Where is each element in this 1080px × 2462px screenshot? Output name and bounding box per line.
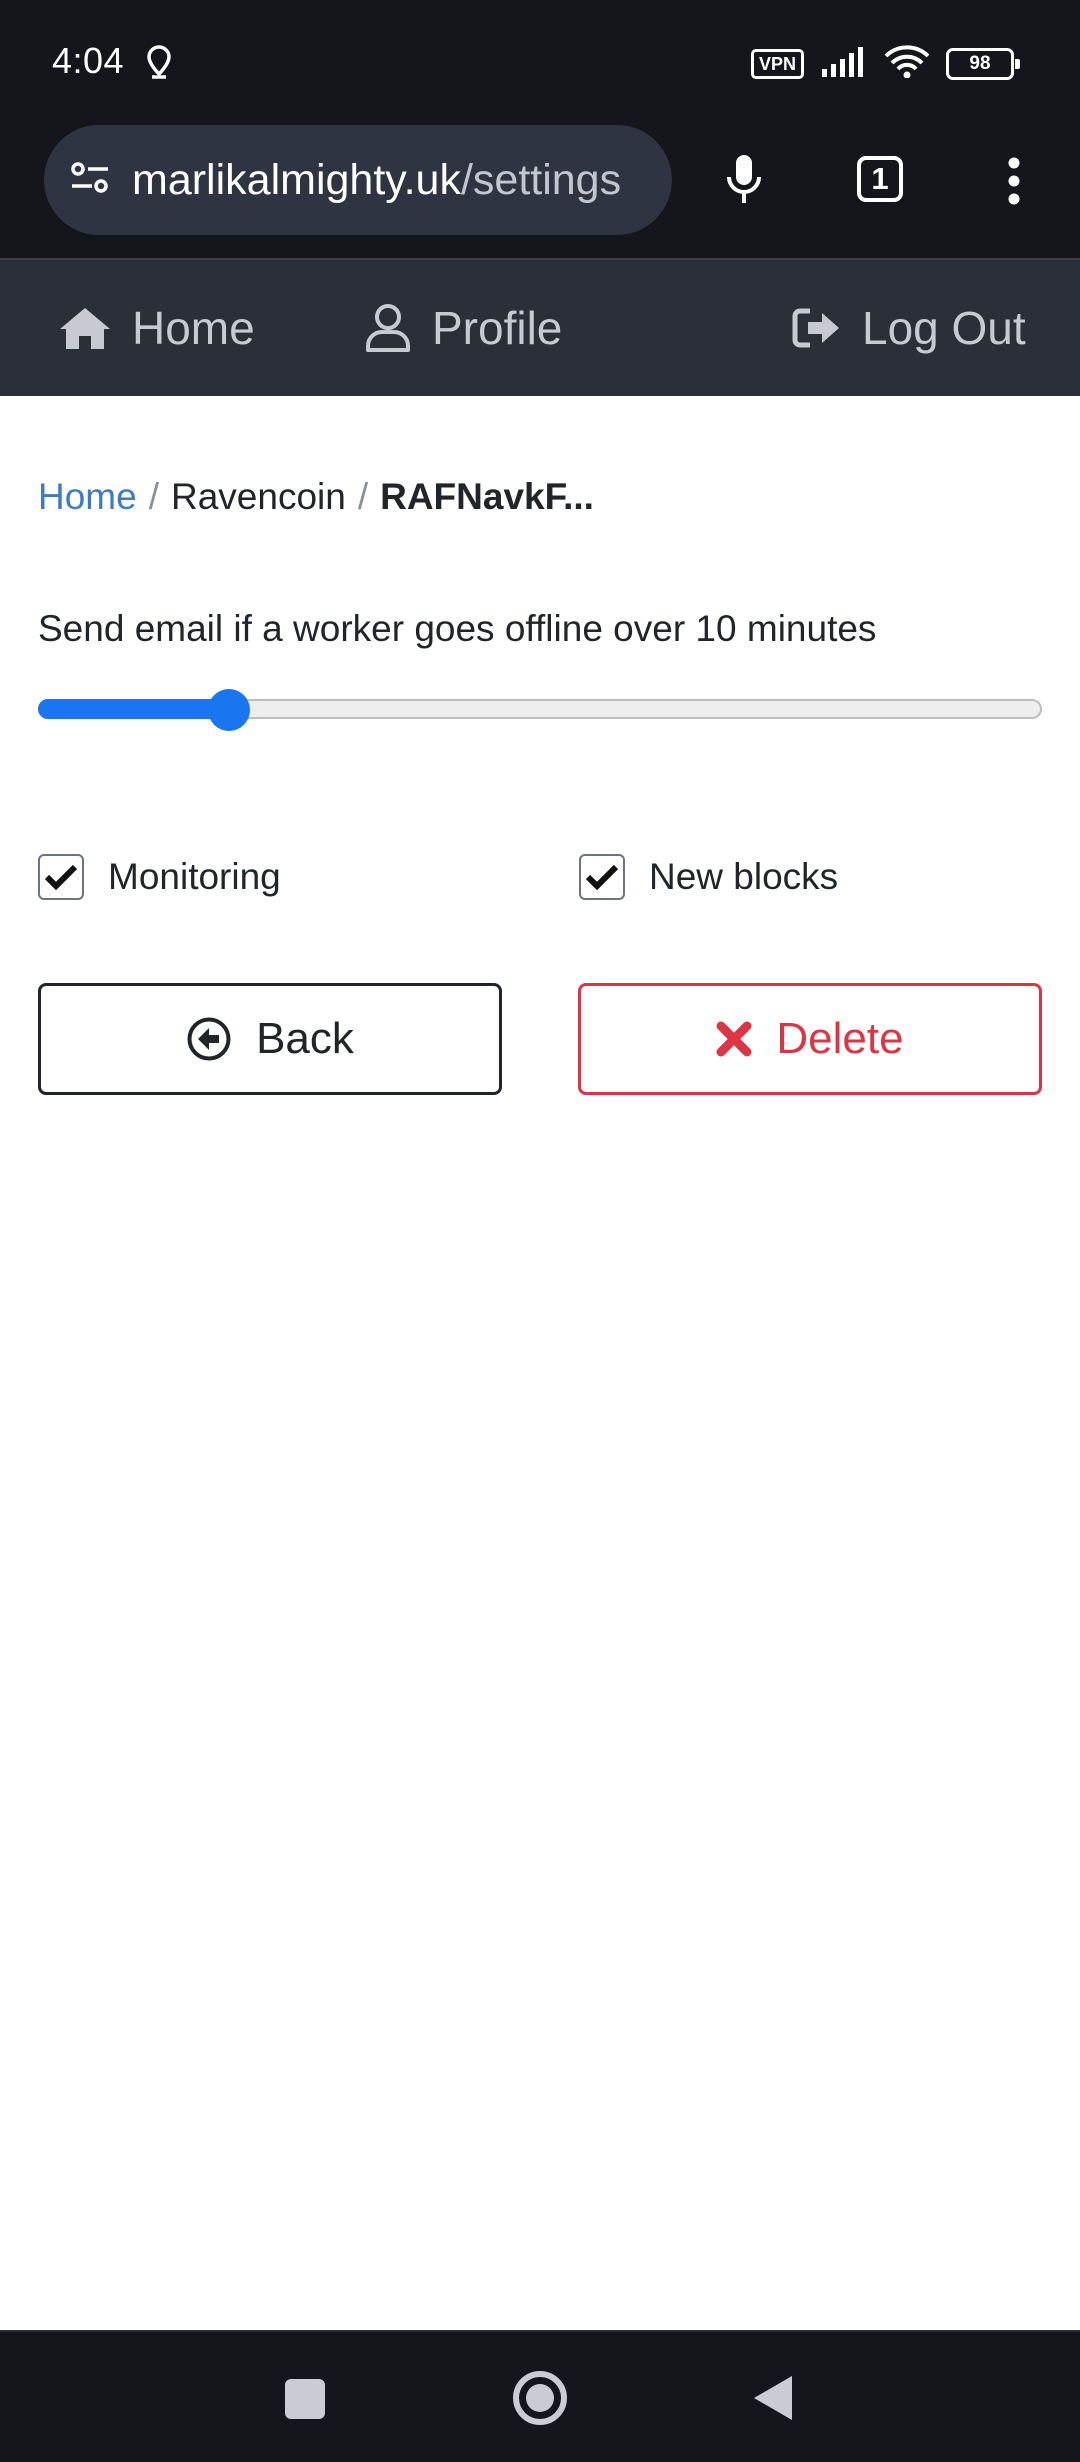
new-blocks-option[interactable]: New blocks <box>579 854 838 900</box>
status-icons: VPN 98 <box>750 44 1020 83</box>
breadcrumb-coin[interactable]: Ravencoin <box>171 476 346 517</box>
signal-icon <box>820 45 868 82</box>
sign-out-icon <box>792 308 839 348</box>
offline-threshold-label: Send email if a worker goes offline over… <box>38 608 877 649</box>
status-bar: 4:04 VPN 98 <box>0 0 1080 125</box>
site-settings-icon[interactable] <box>44 156 112 205</box>
breadcrumb-current: RAFNavkF... <box>380 476 594 517</box>
arrow-circle-left-icon <box>187 1017 231 1061</box>
recents-icon[interactable] <box>284 2378 326 2425</box>
url-path: /settings <box>460 155 622 204</box>
offline-threshold-slider[interactable] <box>38 689 1042 731</box>
status-time: 4:04 <box>52 40 125 81</box>
breadcrumb-separator: / <box>357 476 369 517</box>
back-label: Back <box>256 1014 354 1063</box>
breadcrumb-separator: / <box>148 476 159 517</box>
home-circle-icon[interactable] <box>511 2369 569 2432</box>
site-navbar: Home Profile Log Out <box>0 258 1080 396</box>
monitoring-label: Monitoring <box>108 856 281 897</box>
slider-thumb[interactable] <box>208 689 250 731</box>
new-blocks-checkbox[interactable] <box>579 854 625 900</box>
url-domain: marlikalmighty.uk <box>132 155 461 204</box>
location-icon <box>144 44 174 85</box>
nav-home-label: Home <box>132 302 255 354</box>
nav-logout-label: Log Out <box>862 302 1026 354</box>
breadcrumb: Home / Ravencoin / RAFNavkF... <box>38 476 594 518</box>
check-icon <box>44 864 78 891</box>
breadcrumb-home[interactable]: Home <box>38 476 137 517</box>
delete-button[interactable]: Delete <box>578 983 1042 1095</box>
nav-home[interactable]: Home <box>58 260 255 396</box>
monitoring-checkbox[interactable] <box>38 854 84 900</box>
system-navigation-bar <box>0 2330 1080 2462</box>
wifi-icon <box>884 44 930 83</box>
battery-icon: 98 <box>946 47 1020 80</box>
delete-label: Delete <box>776 1014 904 1063</box>
back-button[interactable]: Back <box>38 983 502 1095</box>
back-triangle-icon[interactable] <box>752 2374 794 2427</box>
address-bar[interactable]: marlikalmighty.uk/settings <box>44 125 672 235</box>
home-icon <box>60 308 110 349</box>
slider-fill <box>38 699 229 719</box>
nav-profile[interactable]: Profile <box>364 260 562 396</box>
more-vert-icon[interactable] <box>1004 157 1024 210</box>
new-blocks-label: New blocks <box>649 856 839 897</box>
vpn-icon: VPN <box>750 48 804 79</box>
user-icon <box>366 304 410 352</box>
tabs-icon[interactable]: 1 <box>857 156 903 202</box>
check-icon <box>585 864 619 891</box>
monitoring-option[interactable]: Monitoring <box>38 854 281 900</box>
url-text[interactable]: marlikalmighty.uk/settings <box>132 156 621 205</box>
nav-logout[interactable]: Log Out <box>792 260 1026 396</box>
browser-toolbar: marlikalmighty.uk/settings 1 <box>0 125 1080 258</box>
nav-profile-label: Profile <box>432 302 563 354</box>
microphone-icon[interactable] <box>724 153 764 214</box>
times-icon <box>716 1021 752 1057</box>
